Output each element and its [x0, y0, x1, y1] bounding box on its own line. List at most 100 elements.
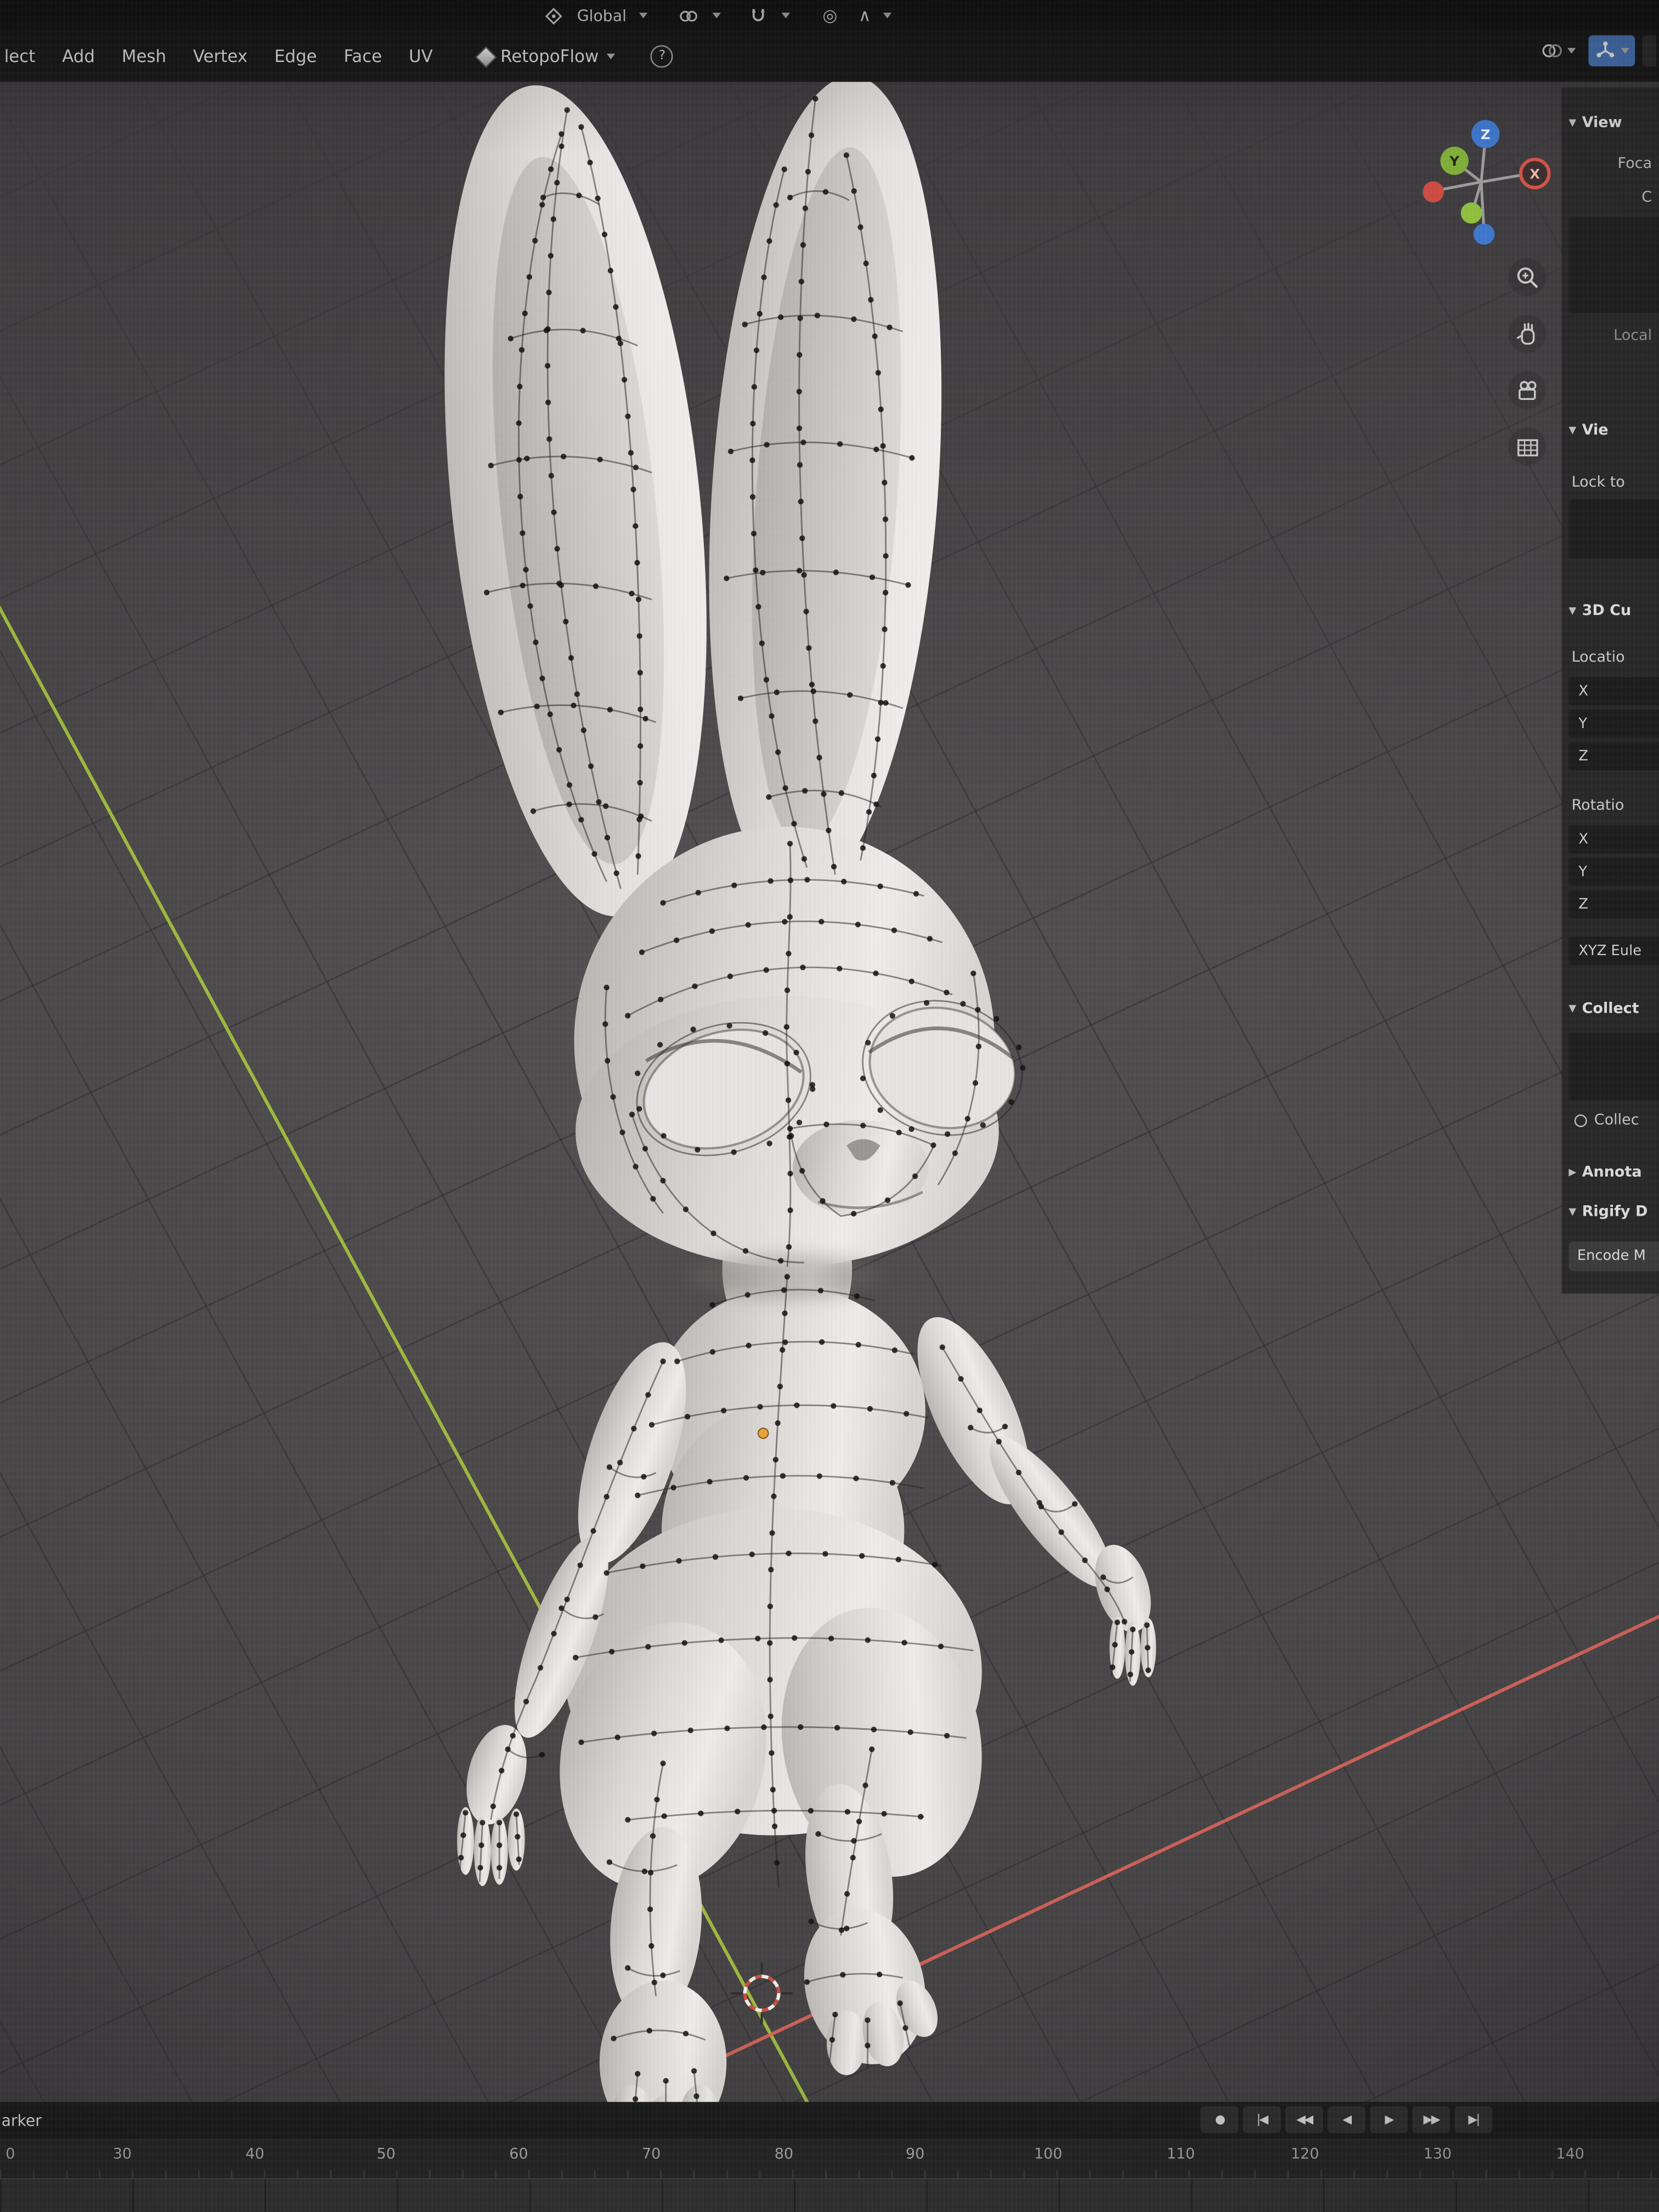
frame-label: 40 [245, 2146, 264, 2163]
disclosure-triangle-icon: ▼ [1568, 425, 1576, 436]
svg-text:Y: Y [1449, 153, 1459, 169]
shading-button-partial[interactable] [1642, 35, 1656, 66]
cursor-rotation-x-field[interactable]: X [1568, 825, 1659, 853]
disclosure-triangle-icon: ▼ [1568, 1003, 1576, 1014]
disclosure-triangle-icon: ▼ [1568, 1206, 1576, 1218]
camera-icon [1513, 376, 1541, 404]
next-keyframe-button[interactable]: ▶▶ [1412, 2106, 1450, 2133]
frame-label: 100 [1034, 2146, 1063, 2163]
ortho-toggle-button[interactable] [1508, 427, 1546, 465]
chevron-down-icon [713, 13, 721, 18]
menu-edge[interactable]: Edge [274, 47, 317, 66]
navigation-gizmo[interactable]: Z X Y [1418, 120, 1559, 261]
frame-label: 120 [1291, 2146, 1319, 2163]
frame-label: 130 [1424, 2146, 1452, 2163]
location-label: Locatio [1563, 646, 1659, 668]
jump-end-button[interactable]: ▶| [1454, 2106, 1492, 2133]
annotations-section-header[interactable]: ▶ Annota [1563, 1160, 1659, 1185]
menu-vertex[interactable]: Vertex [193, 47, 247, 66]
disclosure-triangle-icon: ▼ [1568, 117, 1576, 128]
cursor-location-x-field[interactable]: X [1568, 677, 1659, 705]
transform-orientation-icon [543, 5, 565, 26]
collection-item[interactable]: Collec [1563, 1109, 1659, 1131]
rotation-label: Rotatio [1563, 794, 1659, 816]
retopoflow-diamond-icon [477, 47, 495, 65]
gizmos-toggle-button[interactable] [1588, 35, 1635, 66]
jump-start-button[interactable]: |◀ [1243, 2106, 1280, 2133]
marker-menu[interactable]: arker [0, 2111, 42, 2129]
clip-label: C [1563, 186, 1659, 208]
tool-settings-bar: Global ◎ ∧ [0, 0, 1659, 31]
cursor-section-header[interactable]: ▼ 3D Cu [1563, 598, 1659, 623]
timeline-editor: arker ● |◀ ◀◀ ◀ ▶ ▶▶ ▶| 0 30 40 50 60 70… [0, 2102, 1659, 2212]
frame-label: 80 [775, 2146, 793, 2163]
play-reverse-button[interactable]: ◀ [1328, 2106, 1365, 2133]
orientation-dropdown[interactable]: Global [577, 7, 627, 25]
view-lock-section-header[interactable]: ▼ Vie [1563, 417, 1659, 443]
collections-section-header[interactable]: ▼ Collect [1563, 996, 1659, 1021]
encode-metarig-button[interactable]: Encode M [1568, 1242, 1659, 1271]
rotation-mode-dropdown[interactable]: XYZ Eule [1568, 936, 1659, 964]
zoom-button[interactable] [1508, 258, 1546, 296]
scene-canvas [0, 82, 1659, 2102]
frame-label: 0 [5, 2146, 15, 2163]
hand-icon [1513, 319, 1541, 347]
frame-label: 140 [1556, 2146, 1584, 2163]
pan-button[interactable] [1508, 314, 1546, 352]
help-icon[interactable]: ? [651, 45, 673, 67]
disclosure-triangle-icon: ▶ [1568, 1167, 1576, 1178]
disclosure-triangle-icon: ▼ [1568, 605, 1576, 617]
lock-to-label: Lock to [1563, 471, 1659, 494]
blender-window: Global ◎ ∧ lect Add Mesh Vertex Edge Fac [0, 0, 1659, 2212]
magnifier-icon [1513, 263, 1541, 291]
playback-controls: ● |◀ ◀◀ ◀ ▶ ▶▶ ▶| [1200, 2106, 1492, 2133]
svg-text:Z: Z [1481, 126, 1491, 142]
menu-mesh[interactable]: Mesh [122, 47, 166, 66]
menu-select[interactable]: lect [4, 47, 36, 66]
svg-text:X: X [1530, 166, 1540, 182]
object-origin-dot [758, 1428, 769, 1438]
frame-ruler[interactable]: 0 30 40 50 60 70 80 90 100 110 120 130 1… [0, 2138, 1659, 2178]
frame-label: 50 [377, 2146, 396, 2163]
collection-dot-icon [1575, 1114, 1587, 1126]
gizmo-z-neg[interactable] [1474, 224, 1495, 245]
menu-add[interactable]: Add [62, 47, 95, 66]
pivot-point-icon[interactable] [678, 5, 700, 26]
focal-length-label: Foca [1563, 153, 1659, 175]
cursor-rotation-z-field[interactable]: Z [1568, 890, 1659, 918]
timeline-track-strip[interactable] [0, 2178, 1659, 2212]
frame-label: 60 [509, 2146, 528, 2163]
lock-object-field[interactable] [1568, 499, 1659, 558]
cursor-location-z-field[interactable]: Z [1568, 742, 1659, 770]
menu-face[interactable]: Face [344, 47, 382, 66]
record-button[interactable]: ● [1200, 2106, 1238, 2133]
falloff-curve-icon[interactable]: ∧ [859, 7, 871, 24]
gizmo-y-neg[interactable] [1461, 202, 1482, 224]
chevron-down-icon [884, 13, 892, 18]
view-fields[interactable] [1568, 217, 1659, 313]
cursor-rotation-y-field[interactable]: Y [1568, 857, 1659, 885]
camera-view-button[interactable] [1508, 371, 1546, 409]
chevron-down-icon [1621, 48, 1629, 53]
local-camera-label: Local [1563, 324, 1659, 347]
prev-keyframe-button[interactable]: ◀◀ [1285, 2106, 1323, 2133]
collections-box[interactable] [1568, 1032, 1659, 1100]
3d-viewport[interactable]: Z X Y [0, 82, 1659, 2102]
menu-uv[interactable]: UV [409, 47, 433, 66]
overlays-icon [1541, 40, 1563, 62]
cursor-location-y-field[interactable]: Y [1568, 709, 1659, 737]
3d-cursor [731, 1962, 793, 2024]
gizmo-x-neg[interactable] [1423, 181, 1444, 202]
rigify-section-header[interactable]: ▼ Rigify D [1563, 1199, 1659, 1224]
overlays-toggle-button[interactable] [1535, 35, 1582, 66]
chevron-down-icon [1567, 48, 1576, 53]
chevron-down-icon [639, 13, 647, 18]
snap-magnet-icon[interactable] [748, 5, 769, 26]
proportional-editing-icon[interactable]: ◎ [822, 7, 837, 24]
grid-icon [1513, 432, 1541, 460]
frame-label: 90 [906, 2146, 924, 2163]
retopoflow-dropdown[interactable]: RetopoFlow [479, 47, 616, 66]
view-section-header[interactable]: ▼ View [1563, 110, 1659, 136]
play-button[interactable]: ▶ [1370, 2106, 1408, 2133]
n-panel: ▼ View Foca C Local ▼ Vie Lock to ▼ 3D C… [1563, 87, 1659, 1294]
